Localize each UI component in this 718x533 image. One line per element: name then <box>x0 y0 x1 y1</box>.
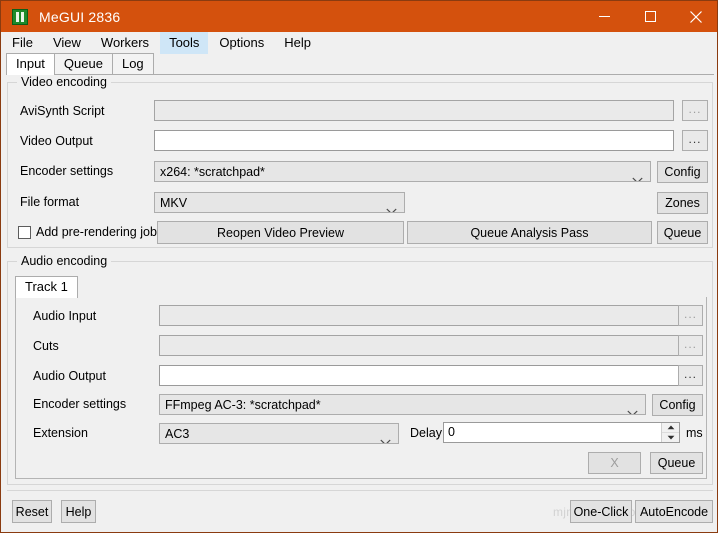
extension-value: AC3 <box>165 427 190 441</box>
video-encoding-group-label: Video encoding <box>17 75 111 89</box>
minimize-icon[interactable] <box>581 1 627 32</box>
video-encoding-group: Video encoding AviSynth Script ... Video… <box>7 75 713 248</box>
chevron-down-icon <box>632 170 643 181</box>
menu-item-file[interactable]: File <box>3 32 42 54</box>
file-format-combo[interactable]: MKV <box>154 192 405 213</box>
video-encoder-settings-combo[interactable]: x264: *scratchpad* <box>154 161 651 182</box>
reopen-video-preview-button[interactable]: Reopen Video Preview <box>157 221 404 244</box>
bottom-divider <box>7 490 713 491</box>
video-queue-button[interactable]: Queue <box>657 221 708 244</box>
delay-unit-label: ms <box>686 426 703 440</box>
main-tab-strip: Input Queue Log <box>6 53 714 75</box>
help-button[interactable]: Help <box>61 500 96 523</box>
tab-input[interactable]: Input <box>6 53 55 75</box>
maximize-icon[interactable] <box>627 1 673 32</box>
audio-track-tab-strip: Track 1 <box>15 276 707 298</box>
avisynth-script-label: AviSynth Script <box>20 104 105 118</box>
add-pre-rendering-job-label: Add pre-rendering job <box>36 225 157 239</box>
window-title: MeGUI 2836 <box>39 8 121 25</box>
tab-log[interactable]: Log <box>111 53 154 74</box>
delay-stepper[interactable]: 0 <box>443 422 680 443</box>
audio-encoder-settings-label: Encoder settings <box>33 397 127 411</box>
video-encoder-settings-value: x264: *scratchpad* <box>160 165 265 179</box>
audio-input-field[interactable] <box>159 305 680 326</box>
avisynth-script-browse-button[interactable]: ... <box>682 100 708 121</box>
remove-track-button[interactable]: X <box>588 452 641 474</box>
auto-encode-button[interactable]: AutoEncode <box>635 500 713 523</box>
audio-encoder-settings-value: FFmpeg AC-3: *scratchpad* <box>165 398 321 412</box>
checkbox-box <box>18 225 31 239</box>
delay-spin-buttons[interactable] <box>661 423 679 442</box>
chevron-down-icon <box>386 201 397 212</box>
audio-queue-button[interactable]: Queue <box>650 452 703 474</box>
delay-label: Delay <box>410 426 442 440</box>
menu-item-view[interactable]: View <box>44 32 90 54</box>
title-bar: MeGUI 2836 <box>1 1 717 32</box>
reset-button[interactable]: Reset <box>12 500 52 523</box>
audio-encoding-group-label: Audio encoding <box>17 254 112 268</box>
audio-output-browse-button[interactable]: ... <box>678 365 703 386</box>
spin-up-icon[interactable] <box>662 423 679 433</box>
audio-config-button[interactable]: Config <box>652 394 703 416</box>
queue-analysis-pass-button[interactable]: Queue Analysis Pass <box>407 221 652 244</box>
video-output-input[interactable] <box>154 130 674 151</box>
window-controls <box>581 1 717 32</box>
add-pre-rendering-job-checkbox[interactable]: Add pre-rendering job <box>18 225 157 239</box>
video-config-button[interactable]: Config <box>657 161 708 183</box>
audio-encoding-group: Audio encoding Track 1 Audio Input ... C… <box>7 254 713 485</box>
audio-input-label: Audio Input <box>33 309 97 323</box>
audio-encoder-settings-combo[interactable]: FFmpeg AC-3: *scratchpad* <box>159 394 646 415</box>
video-encoder-settings-label: Encoder settings <box>20 164 114 178</box>
audio-track-panel: Audio Input ... Cuts ... Audio Output ..… <box>15 297 707 479</box>
tab-queue[interactable]: Queue <box>53 53 113 74</box>
audio-output-label: Audio Output <box>33 369 106 383</box>
file-format-value: MKV <box>160 196 188 210</box>
close-icon[interactable] <box>673 1 717 32</box>
cuts-browse-button[interactable]: ... <box>678 335 703 356</box>
menu-bar: File View Workers Tools Options Help <box>2 32 717 54</box>
cuts-label: Cuts <box>33 339 59 353</box>
megui-main-window: MeGUI 2836 File View Workers Tools Optio… <box>0 0 718 533</box>
zones-button[interactable]: Zones <box>657 192 708 214</box>
tab-track-1[interactable]: Track 1 <box>15 276 78 298</box>
delay-value: 0 <box>448 425 455 439</box>
chevron-down-icon <box>380 432 391 443</box>
spin-down-icon[interactable] <box>662 433 679 442</box>
avisynth-script-input[interactable] <box>154 100 674 121</box>
menu-item-workers[interactable]: Workers <box>92 32 158 54</box>
chevron-down-icon <box>627 403 638 414</box>
audio-output-field[interactable] <box>159 365 680 386</box>
one-click-button[interactable]: One-Click <box>570 500 632 523</box>
video-output-browse-button[interactable]: ... <box>682 130 708 151</box>
menu-item-tools[interactable]: Tools <box>160 32 209 54</box>
audio-input-browse-button[interactable]: ... <box>678 305 703 326</box>
extension-combo[interactable]: AC3 <box>159 423 399 444</box>
menu-item-options[interactable]: Options <box>210 32 273 54</box>
cuts-field[interactable] <box>159 335 680 356</box>
extension-label: Extension <box>33 426 88 440</box>
megui-app-icon <box>12 8 28 25</box>
video-output-label: Video Output <box>20 134 93 148</box>
menu-item-help[interactable]: Help <box>275 32 320 54</box>
file-format-label: File format <box>20 195 80 209</box>
